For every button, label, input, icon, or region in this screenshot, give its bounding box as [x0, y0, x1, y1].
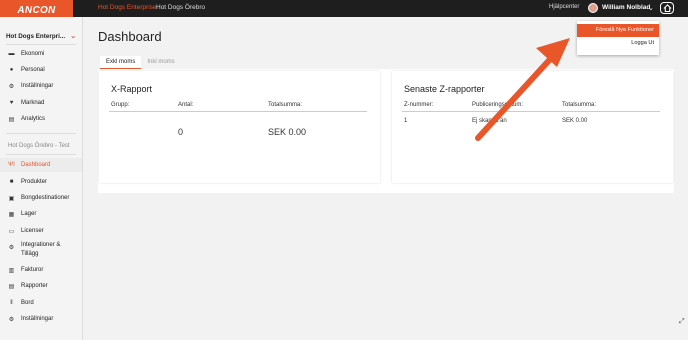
divider	[402, 111, 660, 112]
location-label: Hot Dogs Örebro - Test	[8, 143, 70, 149]
monitor-icon: ▭	[8, 228, 15, 235]
people-icon: ●	[9, 67, 14, 73]
divider	[6, 44, 76, 45]
gears-icon: ⚙	[8, 245, 15, 251]
breadcrumb-location[interactable]: Hot Dogs Örebro	[156, 4, 205, 11]
gear-icon: ⚙	[8, 316, 15, 323]
sidebar-item-bord[interactable]: ǁ Bord	[0, 296, 82, 310]
menu-item-logout[interactable]: Logga Ut	[577, 37, 659, 50]
sidebar-item-dashboard[interactable]: ΨI Dashboard	[0, 158, 82, 172]
sidebar-item-label: Produkter	[21, 179, 48, 185]
sidebar-item-label: Inställningar	[21, 83, 54, 89]
sidebar-item-label: Dashboard	[21, 162, 51, 168]
gear-icon: ⚙	[8, 83, 15, 90]
sidebar-item-label: Integrationer & Tillägg	[21, 241, 60, 259]
fork-knife-icon: ΨI	[8, 162, 15, 168]
sidebar-item-label-line2: Tillägg	[21, 251, 39, 257]
sidebar-item-produkter[interactable]: ■ Produkter	[0, 175, 82, 189]
document-icon: ▤	[8, 116, 15, 123]
box-icon: ■	[9, 179, 14, 185]
chevron-down-icon: ⌄	[70, 33, 76, 40]
user-name[interactable]: William Nolblad	[602, 4, 650, 11]
sidebar-item-label: Marknad	[21, 100, 45, 106]
sidebar-item-label: Lager	[21, 211, 37, 217]
column-header: Totalsumma:	[268, 102, 303, 108]
z-reports-title: Senaste Z-rapporter	[404, 84, 485, 94]
page-title: Dashboard	[98, 29, 162, 44]
sidebar-item-label: Inställningar	[21, 316, 54, 322]
sidebar-item-bongdestinationer[interactable]: ▣ Bongdestinationer	[0, 191, 82, 205]
sidebar-item-marknad[interactable]: ♥ Marknad	[0, 96, 82, 110]
sidebar-item-installningar[interactable]: ⚙ Inställningar	[0, 79, 82, 93]
tab-inkl-moms[interactable]: Inkl moms	[141, 56, 180, 69]
z-report-total: SEK 0.00	[562, 118, 588, 124]
sidebar-item-label-line1: Integrationer &	[21, 242, 61, 248]
sidebar-item-installningar-location[interactable]: ⚙ Inställningar	[0, 312, 82, 326]
sidebar-item-personal[interactable]: ● Personal	[0, 63, 82, 77]
sidebar-item-ekonomi[interactable]: ▬ Ekonomi	[0, 47, 82, 61]
divider	[109, 111, 367, 112]
column-header: Antal:	[178, 102, 194, 108]
sidebar-item-integrationer[interactable]: ⚙ Integrationer & Tillägg	[0, 241, 82, 261]
divider	[6, 154, 76, 155]
top-bar: Hot Dogs Enterprise Hot Dogs Örebro Hjäl…	[0, 0, 688, 17]
archive-icon: ▦	[8, 211, 15, 218]
sidebar-item-label: Bord	[21, 300, 34, 306]
user-menu: Föreslå Nya Funktioner Logga Ut	[577, 21, 659, 55]
sidebar-item-label: Personal	[21, 67, 45, 73]
breadcrumb-enterprise[interactable]: Hot Dogs Enterprise	[98, 4, 157, 11]
sidebar-item-rapporter[interactable]: ▤ Rapporter	[0, 279, 82, 293]
org-selector-label: Hot Dogs Enterpri...	[6, 32, 66, 40]
z-report-number[interactable]: 1	[404, 118, 407, 124]
expand-icon[interactable]: ⤢	[679, 318, 687, 326]
x-report-total: SEK 0.00	[268, 127, 307, 137]
tab-exkl-moms[interactable]: Exkl moms	[100, 56, 142, 69]
help-center-link[interactable]: Hjälpcenter	[549, 4, 579, 10]
column-header: Grupp:	[111, 102, 130, 108]
column-header: Z-nummer:	[404, 102, 434, 108]
sidebar-item-fakturor[interactable]: ▥ Fakturor	[0, 263, 82, 277]
avatar[interactable]	[588, 3, 598, 13]
column-header: Publiceringsdatum:	[472, 102, 524, 108]
org-selector[interactable]: Hot Dogs Enterpri... ⌄	[6, 30, 76, 42]
z-reports-card: Senaste Z-rapporter Z-nummer: Publicerin…	[392, 71, 673, 183]
x-report-antal: 0	[178, 127, 184, 137]
column-header: Totalsumma:	[562, 102, 597, 108]
sidebar-item-label: Licenser	[21, 228, 44, 234]
invoice-icon: ▥	[8, 267, 15, 274]
sidebar-item-label: Rapporter	[21, 283, 48, 289]
sidebar-item-label: Analytics	[21, 116, 46, 122]
chevron-down-icon[interactable]: ⌄	[648, 4, 654, 12]
x-report-title: X-Rapport	[111, 84, 153, 94]
sidebar-item-label: Bongdestinationer	[21, 195, 70, 201]
sidebar: Hot Dogs Enterpri... ⌄ ▬ Ekonomi ● Persona…	[0, 17, 83, 340]
sidebar-item-label: Fakturor	[21, 267, 44, 273]
home-button[interactable]	[660, 2, 674, 14]
sidebar-item-label: Ekonomi	[21, 51, 45, 57]
x-report-card: X-Rapport Grupp: Antal: Totalsumma: 0 SE…	[99, 71, 380, 183]
vat-tabs: Exkl moms Inkl moms	[100, 56, 181, 69]
receipt-icon: ▣	[8, 195, 15, 202]
table-icon: ǁ	[10, 300, 13, 306]
menu-item-suggest-features[interactable]: Föreslå Nya Funktioner	[577, 24, 659, 37]
heart-icon: ♥	[9, 100, 14, 106]
divider	[6, 133, 76, 134]
sidebar-item-analytics[interactable]: ▤ Analytics	[0, 112, 82, 126]
sidebar-item-licenser[interactable]: ▭ Licenser	[0, 224, 82, 238]
report-icon: ▤	[8, 283, 15, 290]
home-icon	[663, 4, 671, 12]
wallet-icon: ▬	[8, 51, 15, 57]
sidebar-item-lager[interactable]: ▦ Lager	[0, 207, 82, 221]
z-report-date: Ej skapad än	[472, 118, 507, 124]
